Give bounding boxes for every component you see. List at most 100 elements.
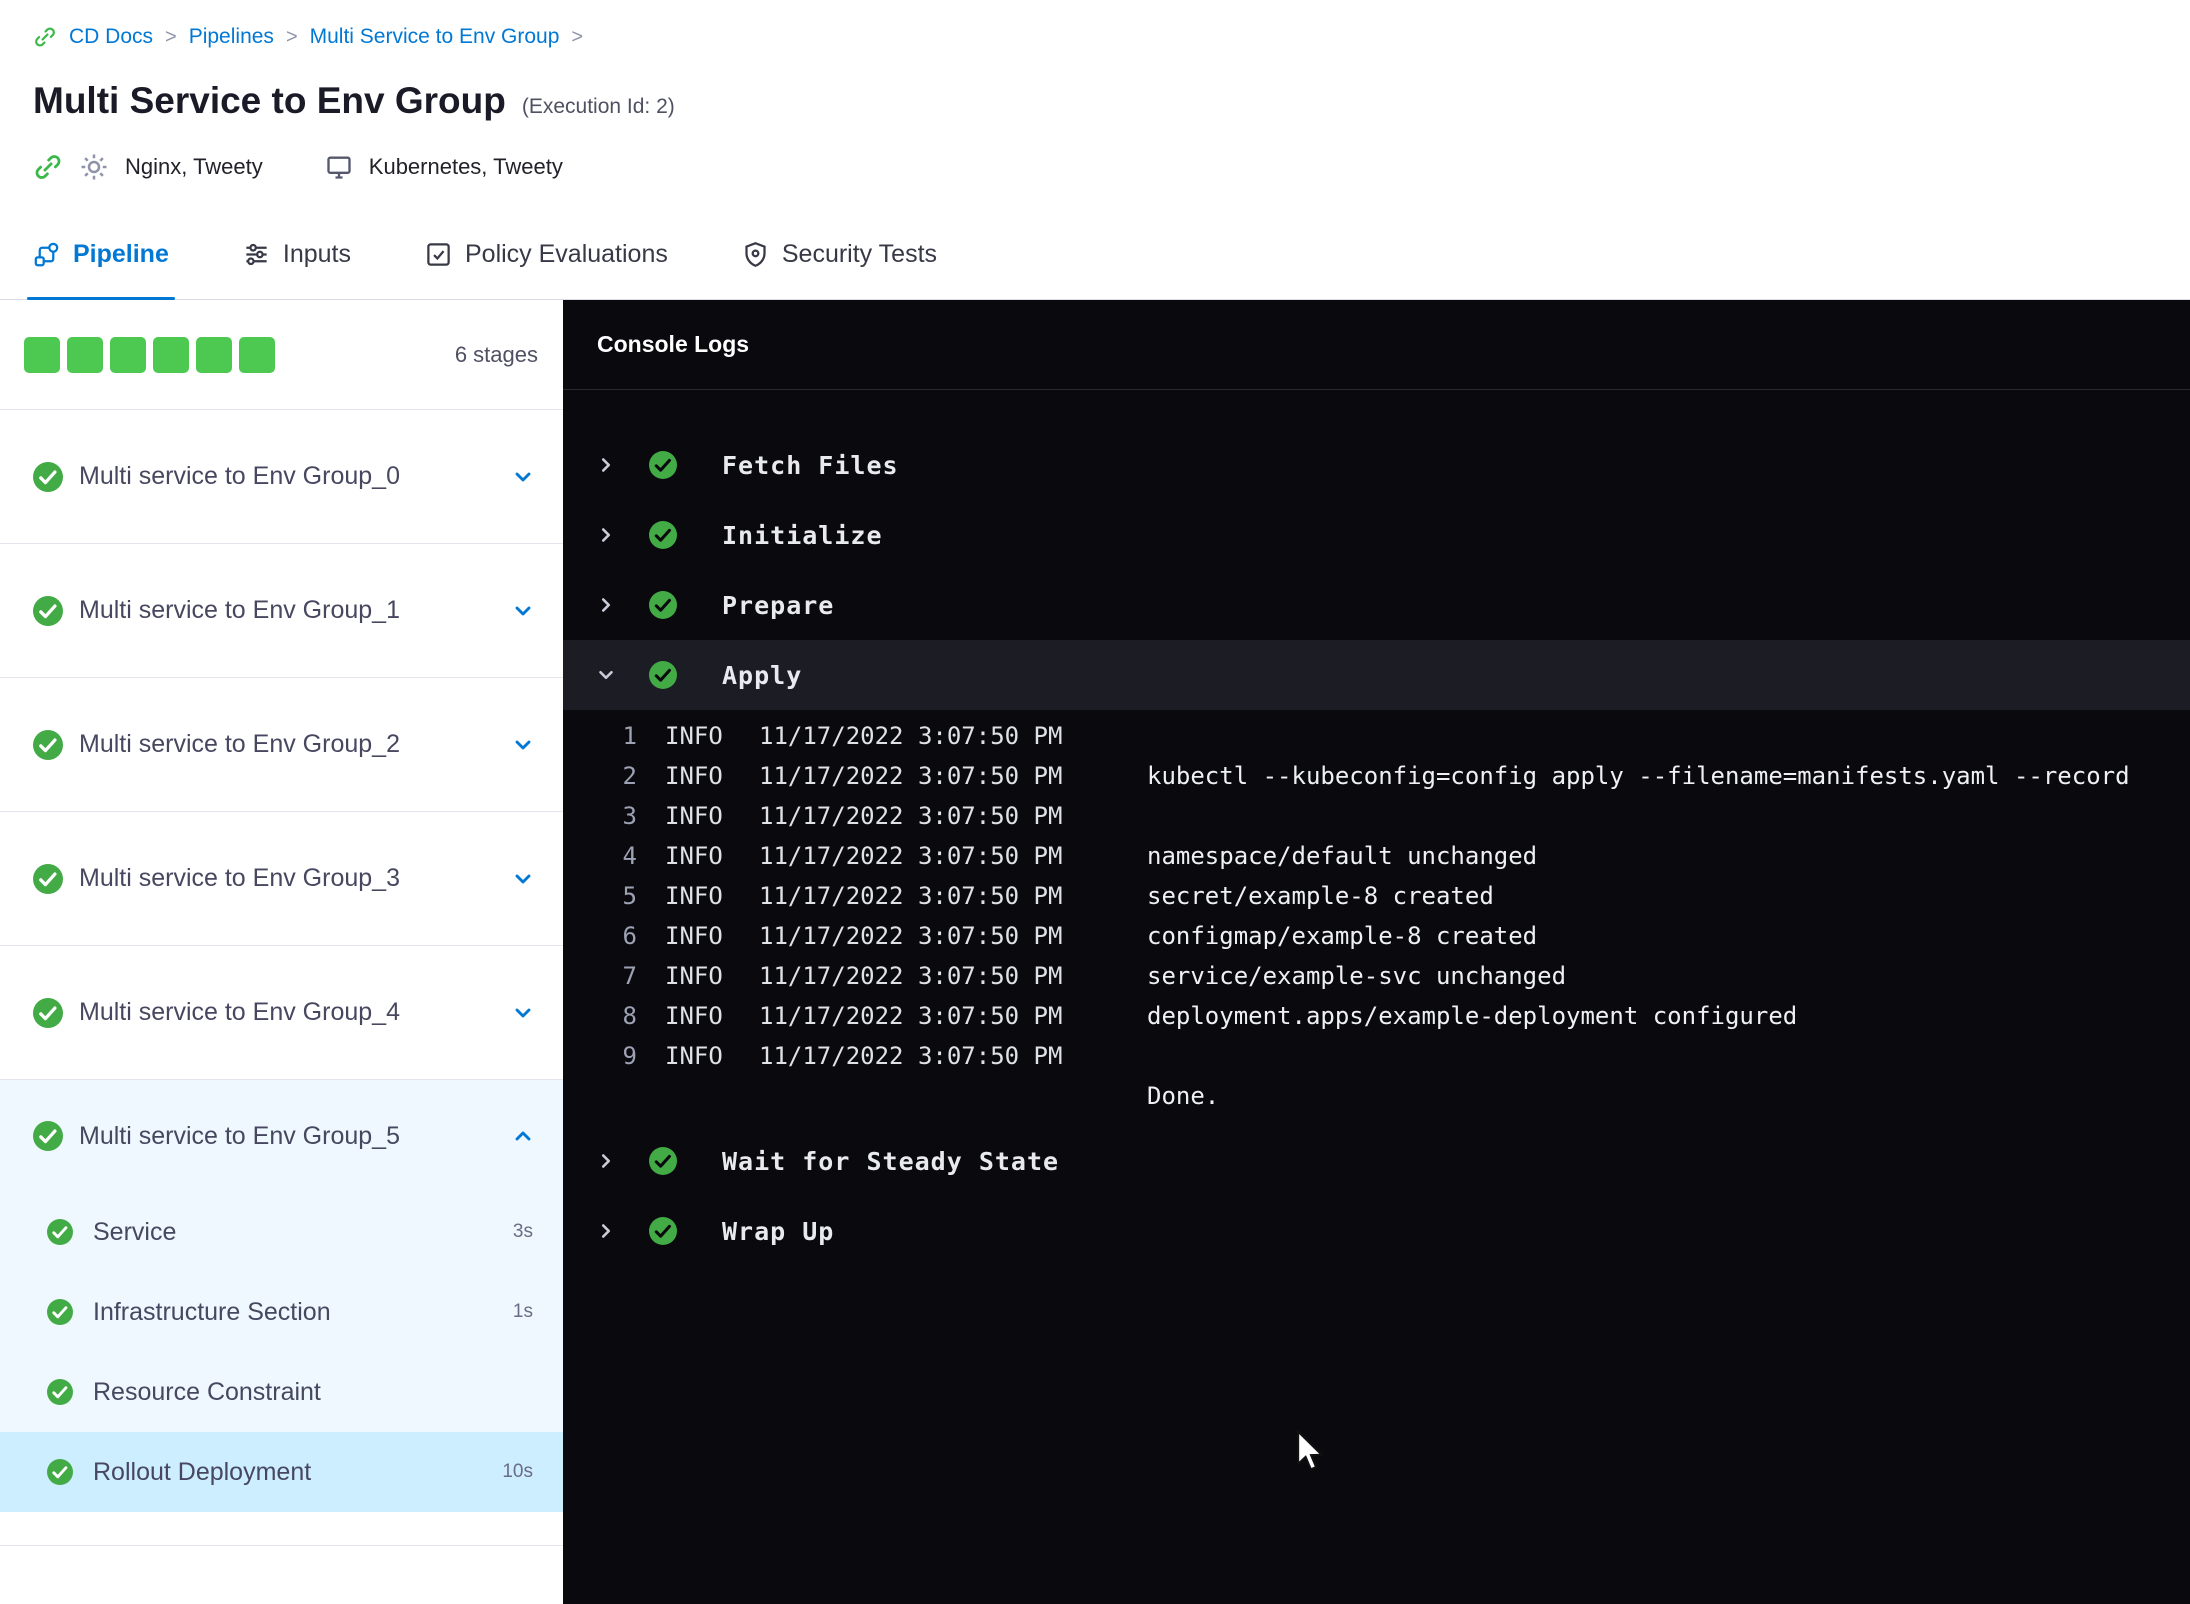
chevron-right-icon[interactable]	[595, 1220, 617, 1242]
services-link-icon	[33, 152, 63, 182]
stage-progress-square	[110, 336, 146, 373]
inputs-icon	[243, 241, 270, 268]
success-check-icon	[47, 1379, 73, 1405]
shield-icon	[742, 241, 769, 268]
stage-row[interactable]: Multi service to Env Group_5	[0, 1080, 563, 1192]
log-line-number: 6	[622, 922, 637, 950]
success-check-icon	[47, 1459, 73, 1485]
console-step[interactable]: Apply	[563, 640, 2190, 710]
tab-label: Policy Evaluations	[464, 240, 668, 268]
success-check-icon	[33, 595, 63, 626]
stage-row[interactable]: Multi service to Env Group_2	[0, 678, 563, 812]
main-content: 6 stages Multi service to Env Group_0 Mul…	[0, 300, 2190, 1604]
log-timestamp: 11/17/2022 3:07:50 PM	[759, 802, 1063, 830]
environments-icon	[325, 153, 353, 181]
step-row[interactable]: Infrastructure Section 1s	[0, 1272, 563, 1352]
services-label: Nginx, Tweety	[125, 154, 263, 179]
console-step[interactable]: Wait for Steady State	[563, 1126, 2190, 1196]
chevron-down-icon[interactable]	[511, 867, 535, 891]
log-line-number: 5	[622, 882, 637, 910]
log-timestamp: 11/17/2022 3:07:50 PM	[759, 762, 1063, 790]
stage-progress-square	[196, 336, 232, 373]
breadcrumb-separator: >	[165, 25, 177, 48]
stage-label: Multi service to Env Group_0	[79, 462, 400, 490]
chevron-right-icon[interactable]	[595, 524, 617, 546]
chevron-down-icon[interactable]	[511, 465, 535, 489]
chevron-down-icon[interactable]	[511, 1001, 535, 1025]
stage-row[interactable]: Multi service to Env Group_0	[0, 410, 563, 544]
chevron-down-icon[interactable]	[511, 599, 535, 623]
step-label: Infrastructure Section	[93, 1297, 331, 1326]
stage-label: Multi service to Env Group_5	[79, 1121, 400, 1150]
success-check-icon	[47, 1219, 73, 1245]
breadcrumb-separator: >	[285, 25, 298, 48]
tab-policy-evaluations[interactable]: Policy Evaluations	[425, 210, 668, 299]
tab-inputs[interactable]: Inputs	[243, 210, 351, 299]
log-level: INFO	[665, 1002, 723, 1030]
log-line: 6 INFO 11/17/2022 3:07:50 PM configmap/exam…	[563, 916, 2190, 956]
log-timestamp: 11/17/2022 3:07:50 PM	[759, 842, 1063, 870]
log-line: 5 INFO 11/17/2022 3:07:50 PM secret/example…	[563, 876, 2190, 916]
title-row: Multi Service to Env Group (Execution Id…	[0, 80, 2190, 122]
gear-icon	[79, 152, 109, 182]
log-message: secret/example-8 created	[1147, 882, 1494, 910]
step-label: Rollout Deployment	[93, 1457, 312, 1486]
console-step[interactable]: Fetch Files	[563, 430, 2190, 500]
log-block: 1 INFO 11/17/2022 3:07:50 PM 2 INFO 11/17/202…	[563, 710, 2190, 1126]
stage-row[interactable]: Multi service to Env Group_1	[0, 544, 563, 678]
stage-label: Multi service to Env Group_1	[79, 596, 400, 624]
log-line: 4 INFO 11/17/2022 3:07:50 PM namespace/defa…	[563, 836, 2190, 876]
log-message: deployment.apps/example-deployment confi…	[1147, 1002, 1798, 1030]
stage-list: Multi service to Env Group_0 Multi servic…	[0, 410, 563, 1512]
tab-pipeline[interactable]: Pipeline	[27, 210, 175, 300]
breadcrumb: CD Docs > Pipelines > Multi Service to E…	[0, 20, 2190, 54]
stage-row[interactable]: Multi service to Env Group_3	[0, 812, 563, 946]
step-duration: 1s	[512, 1301, 533, 1322]
step-duration: 10s	[502, 1461, 533, 1482]
log-level: INFO	[665, 842, 723, 870]
breadcrumb-separator: >	[571, 25, 584, 48]
log-message: kubectl --kubeconfig=config apply --file…	[1147, 762, 2130, 790]
step-label: Resource Constraint	[93, 1377, 321, 1406]
link-icon	[33, 25, 57, 49]
breadcrumb-link-pipelines[interactable]: Pipelines	[189, 25, 274, 49]
chevron-right-icon[interactable]	[595, 454, 617, 476]
stage-row[interactable]: Multi service to Env Group_4	[0, 946, 563, 1080]
stage-label: Multi service to Env Group_4	[79, 998, 400, 1026]
breadcrumb-link-cd-docs[interactable]: CD Docs	[69, 25, 153, 49]
log-line-number: 8	[622, 1002, 637, 1030]
breadcrumb-link-pipeline-name[interactable]: Multi Service to Env Group	[310, 25, 560, 49]
step-row[interactable]: Service 3s	[0, 1192, 563, 1272]
log-line: 1 INFO 11/17/2022 3:07:50 PM	[563, 716, 2190, 756]
chevron-up-icon[interactable]	[511, 1124, 535, 1148]
mouse-cursor	[1297, 1430, 1324, 1471]
success-check-icon	[47, 1299, 73, 1325]
stage-progress-square	[67, 336, 103, 373]
chevron-down-icon[interactable]	[511, 733, 535, 757]
console-title: Console Logs	[597, 331, 750, 357]
console-body: Fetch Files Initialize Prepare Apply 1 INFO 11…	[563, 390, 2190, 1266]
step-row[interactable]: Resource Constraint	[0, 1352, 563, 1432]
log-timestamp: 11/17/2022 3:07:50 PM	[759, 882, 1063, 910]
console-step[interactable]: Initialize	[563, 500, 2190, 570]
step-row[interactable]: Rollout Deployment 10s	[0, 1432, 563, 1512]
console-step[interactable]: Wrap Up	[563, 1196, 2190, 1266]
log-line: Done.	[563, 1076, 2190, 1116]
tab-security-tests[interactable]: Security Tests	[742, 210, 937, 299]
policy-check-icon	[425, 241, 452, 268]
success-check-icon	[33, 863, 63, 894]
console-step[interactable]: Prepare	[563, 570, 2190, 640]
chevron-right-icon[interactable]	[595, 1150, 617, 1172]
chevron-right-icon[interactable]	[595, 594, 617, 616]
console-step-label: Initialize	[722, 520, 883, 550]
sidebar-footer	[0, 1512, 563, 1546]
log-level: INFO	[665, 762, 723, 790]
log-message: configmap/example-8 created	[1147, 922, 1538, 950]
success-check-icon	[649, 451, 677, 479]
chevron-down-icon[interactable]	[595, 664, 617, 686]
stage-progress-square	[239, 336, 275, 373]
log-message: Done.	[1147, 1082, 1220, 1110]
stage-progress-row: 6 stages	[0, 300, 563, 410]
step-duration: 3s	[512, 1221, 533, 1242]
tab-label: Pipeline	[73, 240, 169, 268]
